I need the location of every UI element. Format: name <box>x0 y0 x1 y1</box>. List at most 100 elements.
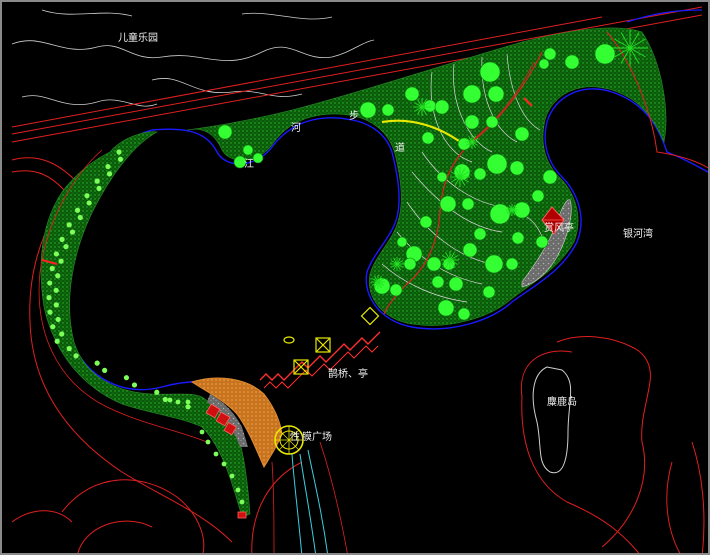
tree-canopy <box>389 283 403 297</box>
shrub <box>49 265 55 272</box>
site-plan-drawing <box>11 6 708 553</box>
tree-canopy <box>511 231 525 245</box>
west-lawn-strip <box>40 131 251 518</box>
tree-canopy <box>423 99 437 113</box>
shrub <box>86 200 92 206</box>
shrub <box>66 222 72 228</box>
tree-canopy <box>486 153 508 175</box>
shrub <box>94 178 100 184</box>
shrub <box>175 399 181 405</box>
tree-canopy <box>535 235 549 249</box>
tree-canopy <box>373 277 391 295</box>
shrub <box>205 439 211 445</box>
east-road-curves <box>520 31 708 553</box>
tree-canopy <box>453 163 471 181</box>
shrub <box>84 193 90 199</box>
tree-canopy <box>396 236 408 248</box>
north-park-lawn <box>186 27 667 326</box>
label-path-bu: 步 <box>349 111 359 122</box>
tree-canopy <box>505 257 519 271</box>
shrub <box>54 338 60 344</box>
tree-canopy <box>509 160 525 176</box>
tree-canopy <box>404 86 420 102</box>
shrub <box>213 451 219 457</box>
label-path-dao: 道 <box>395 143 405 154</box>
tree-canopy <box>457 307 471 321</box>
shrub <box>235 487 241 493</box>
label-membrane-plaza: 膜广场 <box>302 432 332 443</box>
tree-canopy <box>542 169 558 185</box>
tree-canopy <box>439 195 457 213</box>
shrub <box>102 367 108 373</box>
shrub <box>55 316 61 323</box>
tree-canopy <box>436 171 448 183</box>
tree-canopy <box>564 54 580 70</box>
tree-canopy <box>461 197 475 211</box>
tree-canopy <box>426 256 442 272</box>
tree-canopy <box>217 124 233 140</box>
shrub <box>53 251 59 257</box>
tree-canopy <box>381 103 395 117</box>
shrub <box>69 229 76 235</box>
tree-canopy <box>531 189 545 203</box>
label-magpie-bridge: 鹊桥、亭 <box>328 369 368 380</box>
tree-canopy <box>485 115 499 129</box>
shrub <box>123 375 130 381</box>
deer-island-outline <box>532 366 572 474</box>
tree-canopy <box>242 144 254 156</box>
shrub <box>47 280 53 286</box>
shrub <box>66 345 72 352</box>
shrub <box>117 156 124 162</box>
tree-canopy <box>431 275 445 289</box>
label-deer-island: 麋鹿岛 <box>547 397 577 408</box>
shrub <box>77 214 83 221</box>
shrub <box>229 473 235 479</box>
shrub <box>53 287 59 293</box>
southwest-curves <box>11 479 205 553</box>
label-wind-pavilion: 赏风亭 <box>544 223 574 234</box>
shrub <box>50 324 56 330</box>
shrub <box>116 149 122 155</box>
shrub <box>96 185 102 191</box>
tree-canopy <box>359 101 377 119</box>
upper-right-water-edge <box>626 9 703 23</box>
shrub <box>58 258 64 264</box>
tree-canopy <box>484 254 504 274</box>
tree-canopy <box>403 257 417 271</box>
shrub <box>47 309 53 315</box>
tree-canopy <box>462 84 482 104</box>
tree-canopy <box>448 276 464 292</box>
shrub <box>59 236 65 242</box>
tree-canopy <box>419 215 433 229</box>
shrub <box>46 295 52 301</box>
label-children-park: 儿童乐园 <box>118 33 158 44</box>
children-park-contours <box>11 9 375 107</box>
shrub <box>131 382 138 388</box>
tree-canopy <box>252 152 264 164</box>
tree-canopy <box>538 58 550 70</box>
label-path-he: 河 <box>291 123 301 134</box>
shrub <box>162 396 168 403</box>
tree-canopy <box>421 131 435 145</box>
shrub <box>106 171 113 177</box>
cad-plan-frame: 儿童乐园 河 步 道 江 赏风亭 银河湾 鹊桥、亭 麋鹿岛 性 膜广场 <box>0 0 710 555</box>
label-galaxy-bay: 银河湾 <box>623 229 653 240</box>
shrub <box>185 404 191 410</box>
label-path-jiang: 江 <box>244 159 254 170</box>
tree-canopy <box>464 114 480 130</box>
tree-canopy <box>543 47 557 61</box>
tree-canopy <box>482 285 496 299</box>
shrub <box>221 461 227 467</box>
canal-lines <box>291 449 328 553</box>
shrub <box>94 360 100 366</box>
tree-canopy <box>473 227 487 241</box>
label-plaza-prefix: 性 <box>290 432 300 443</box>
tree-canopy <box>487 85 505 103</box>
shrub <box>74 207 81 213</box>
shrub <box>167 397 173 403</box>
shrub <box>63 244 69 250</box>
shrub <box>154 389 160 395</box>
shrub <box>59 331 65 337</box>
shrub <box>185 399 191 405</box>
tree-canopy <box>434 99 450 115</box>
